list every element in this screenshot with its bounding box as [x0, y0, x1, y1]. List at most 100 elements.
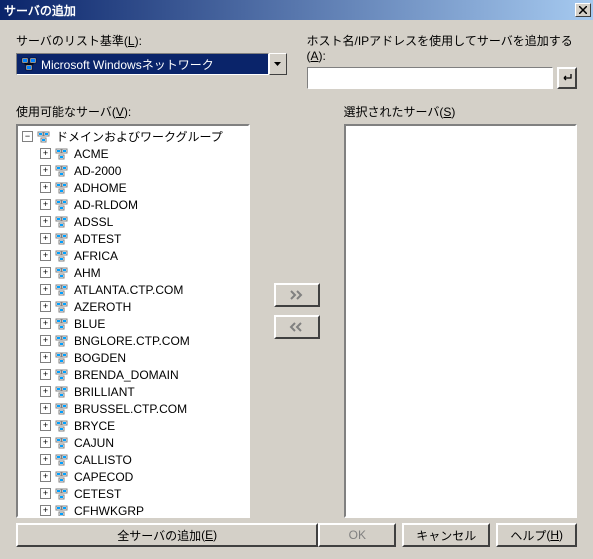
expand-icon[interactable]: +	[40, 301, 51, 312]
titlebar: サーバの追加	[0, 0, 593, 20]
expand-icon[interactable]: +	[40, 284, 51, 295]
tree-item-label: BRILLIANT	[74, 385, 135, 399]
tree-item[interactable]: + CAPECOD	[20, 468, 246, 485]
domain-icon	[55, 351, 71, 365]
tree-item[interactable]: +BOGDEN	[20, 349, 246, 366]
tree-item-label: AFRICA	[74, 249, 118, 263]
tree-item-label: AD-RLDOM	[74, 198, 138, 212]
combo-dropdown-button[interactable]	[269, 53, 287, 75]
selected-list[interactable]	[344, 124, 578, 518]
tree-item[interactable]: + BRUSSEL.CTP.COM	[20, 400, 246, 417]
tree-item[interactable]: + BRYCE	[20, 417, 246, 434]
available-tree[interactable]: − ドメインおよびワークグループ +ACME+AD-2000+ADHOME+AD…	[16, 124, 250, 518]
tree-item-label: ADHOME	[74, 181, 127, 195]
network-combo-text: Microsoft Windowsネットワーク	[41, 56, 214, 73]
domain-icon	[55, 147, 71, 161]
tree-item[interactable]: + CFHWKGRP	[20, 502, 246, 518]
close-button[interactable]	[575, 3, 591, 17]
tree-item-label: BRUSSEL.CTP.COM	[74, 402, 187, 416]
tree-root[interactable]: − ドメインおよびワークグループ	[20, 128, 246, 145]
tree-item[interactable]: +ADSSL	[20, 213, 246, 230]
tree-item-label: ATLANTA.CTP.COM	[74, 283, 183, 297]
expand-icon[interactable]: +	[40, 233, 51, 244]
domain-icon	[55, 419, 71, 433]
expand-icon[interactable]: +	[40, 335, 51, 346]
host-add-label: ホスト名/IPアドレスを使用してサーバを追加する(A):	[307, 32, 578, 63]
tree-item[interactable]: + CAJUN	[20, 434, 246, 451]
expand-icon[interactable]: +	[40, 250, 51, 261]
expand-icon[interactable]: +	[40, 454, 51, 465]
expand-icon[interactable]: +	[40, 148, 51, 159]
enter-arrow-icon	[561, 73, 573, 83]
expand-icon[interactable]: +	[40, 369, 51, 380]
tree-item-label: CALLISTO	[74, 453, 132, 467]
expand-icon[interactable]: +	[40, 216, 51, 227]
tree-item[interactable]: + AD-RLDOM	[20, 196, 246, 213]
host-add-button[interactable]	[557, 67, 577, 89]
domain-icon	[55, 504, 71, 518]
list-criteria-label: サーバのリスト基準(L):	[16, 32, 287, 49]
tree-item-label: CAJUN	[74, 436, 114, 450]
expand-icon[interactable]: +	[40, 437, 51, 448]
expand-icon[interactable]: +	[40, 488, 51, 499]
domain-group-icon	[37, 130, 53, 144]
tree-item[interactable]: + AZEROTH	[20, 298, 246, 315]
domain-icon	[55, 470, 71, 484]
expand-icon[interactable]: +	[40, 505, 51, 516]
add-all-button[interactable]: 全サーバの追加(E)	[16, 523, 318, 547]
ok-button[interactable]: OK	[318, 523, 396, 547]
domain-icon	[55, 215, 71, 229]
expand-icon[interactable]: +	[40, 352, 51, 363]
tree-item-label: CETEST	[74, 487, 121, 501]
expand-icon[interactable]: +	[40, 420, 51, 431]
network-combo-display: Microsoft Windowsネットワーク	[16, 53, 269, 75]
domain-icon	[55, 198, 71, 212]
tree-item-label: AD-2000	[74, 164, 121, 178]
domain-icon	[55, 181, 71, 195]
tree-item[interactable]: +BLUE	[20, 315, 246, 332]
domain-icon	[55, 249, 71, 263]
tree-item-label: BNGLORE.CTP.COM	[74, 334, 190, 348]
tree-item[interactable]: + CALLISTO	[20, 451, 246, 468]
tree-item-label: BRYCE	[74, 419, 115, 433]
tree-item[interactable]: + ADTEST	[20, 230, 246, 247]
tree-item[interactable]: +AHM	[20, 264, 246, 281]
tree-item[interactable]: + AFRICA	[20, 247, 246, 264]
tree-item-label: ADTEST	[74, 232, 121, 246]
tree-root-label: ドメインおよびワークグループ	[56, 128, 223, 145]
tree-item-label: BRENDA_DOMAIN	[74, 368, 179, 382]
expand-icon[interactable]: +	[40, 318, 51, 329]
tree-item[interactable]: + BNGLORE.CTP.COM	[20, 332, 246, 349]
selected-label: 選択されたサーバ(S)	[344, 103, 578, 120]
cancel-button[interactable]: キャンセル	[402, 523, 490, 547]
tree-item[interactable]: + ADHOME	[20, 179, 246, 196]
tree-item[interactable]: + ATLANTA.CTP.COM	[20, 281, 246, 298]
network-combo[interactable]: Microsoft Windowsネットワーク	[16, 53, 287, 75]
domain-icon	[55, 487, 71, 501]
expand-icon[interactable]: +	[40, 386, 51, 397]
help-button[interactable]: ヘルプ(H)	[496, 523, 577, 547]
expand-icon[interactable]: +	[40, 471, 51, 482]
host-input[interactable]	[307, 67, 553, 89]
dialog-title: サーバの追加	[4, 2, 575, 19]
domain-icon	[55, 453, 71, 467]
expand-icon[interactable]: +	[40, 403, 51, 414]
remove-button[interactable]	[274, 315, 320, 339]
collapse-icon[interactable]: −	[22, 131, 33, 142]
expand-icon[interactable]: +	[40, 199, 51, 210]
tree-item[interactable]: + CETEST	[20, 485, 246, 502]
domain-icon	[55, 317, 71, 331]
tree-item[interactable]: + BRILLIANT	[20, 383, 246, 400]
tree-item-label: CAPECOD	[74, 470, 133, 484]
tree-item[interactable]: + AD-2000	[20, 162, 246, 179]
tree-item[interactable]: + BRENDA_DOMAIN	[20, 366, 246, 383]
expand-icon[interactable]: +	[40, 165, 51, 176]
tree-item-label: CFHWKGRP	[74, 504, 144, 518]
domain-icon	[55, 334, 71, 348]
tree-item[interactable]: +ACME	[20, 145, 246, 162]
add-button[interactable]	[274, 283, 320, 307]
arrow-right-icon	[289, 290, 305, 300]
expand-icon[interactable]: +	[40, 182, 51, 193]
expand-icon[interactable]: +	[40, 267, 51, 278]
tree-item-label: AZEROTH	[74, 300, 131, 314]
